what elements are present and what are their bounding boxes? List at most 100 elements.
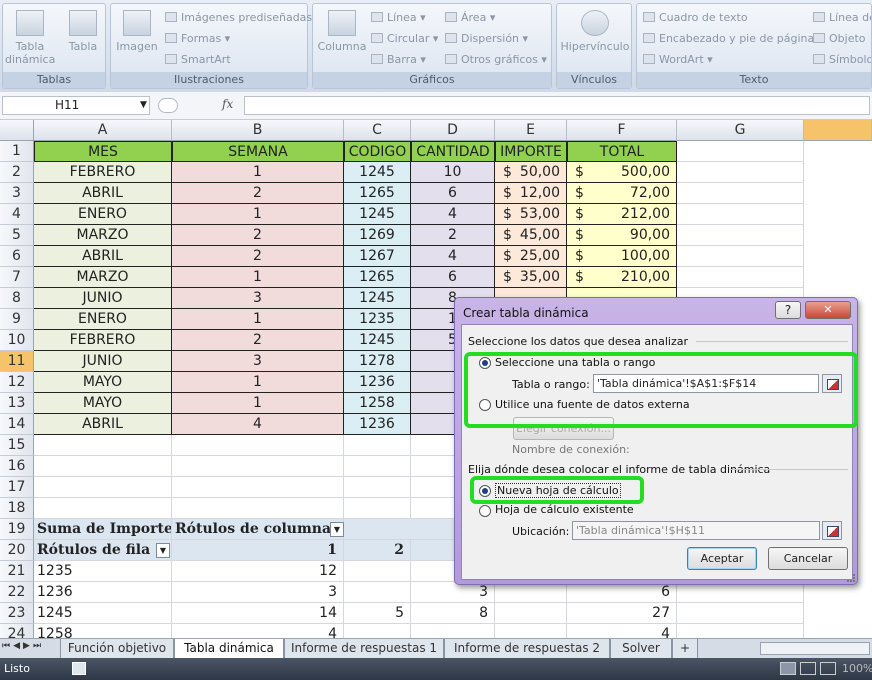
pivot-col-filter-icon[interactable]: ▼	[330, 522, 344, 537]
pivot-value[interactable]	[344, 624, 411, 638]
row-header[interactable]: 5	[0, 225, 34, 246]
view-pagebreak-icon[interactable]	[820, 662, 836, 675]
row-header[interactable]: 13	[0, 393, 34, 414]
line-chart-button[interactable]: Línea ▾	[371, 10, 426, 26]
grid-cell[interactable]	[344, 477, 411, 498]
table-cell[interactable]: MARZO	[34, 225, 172, 246]
pivot-table-button[interactable]: Tabla dinámica	[5, 10, 55, 66]
grid-cell[interactable]	[677, 183, 804, 204]
table-cell[interactable]: ENERO	[34, 204, 172, 225]
grid-cell[interactable]	[172, 477, 344, 498]
grid-cell[interactable]	[495, 603, 567, 624]
table-cell[interactable]: $50,00	[495, 162, 567, 183]
name-box-dropdown-icon[interactable]: ▼	[140, 100, 147, 110]
tab-informe-respuestas-1[interactable]: Informe de respuestas 1	[284, 639, 444, 658]
table-cell[interactable]: $12,00	[495, 183, 567, 204]
column-header[interactable]: E	[495, 120, 567, 141]
pivot-value[interactable]	[344, 561, 411, 582]
grid-cell[interactable]	[34, 435, 172, 456]
cancel-button[interactable]: Cancelar	[768, 547, 848, 570]
help-button[interactable]: ?	[775, 301, 801, 319]
grid-cell[interactable]	[677, 246, 804, 267]
table-cell[interactable]: 1265	[344, 267, 411, 288]
pivot-col-header[interactable]: 2	[344, 540, 411, 561]
row-header[interactable]: 21	[0, 561, 34, 582]
tab-nav-buttons[interactable]: ⏮◀▶⏭	[2, 641, 56, 651]
tab-funcion-objetivo[interactable]: Función objetivo	[60, 639, 174, 658]
table-cell[interactable]: ENERO	[34, 309, 172, 330]
header-footer-button[interactable]: Encabezado y pie de página	[643, 31, 814, 47]
pivot-col-header[interactable]: 1	[172, 540, 344, 561]
column-header[interactable]: D	[411, 120, 495, 141]
grid-cell[interactable]	[172, 498, 344, 519]
row-header[interactable]: 14	[0, 414, 34, 435]
table-cell[interactable]: 1	[172, 393, 344, 414]
object-button[interactable]: Objeto	[813, 31, 866, 47]
horizontal-scrollbar[interactable]	[760, 642, 870, 655]
row-header[interactable]: 17	[0, 477, 34, 498]
view-normal-icon[interactable]	[780, 662, 796, 675]
new-sheet-icon[interactable]: +	[672, 639, 698, 658]
column-chart-button[interactable]: Columna	[315, 10, 369, 53]
pivot-value[interactable]: 12	[172, 561, 344, 582]
column-h-header[interactable]	[804, 120, 872, 141]
table-cell[interactable]: 1235	[344, 309, 411, 330]
row-header[interactable]: 15	[0, 435, 34, 456]
table-cell[interactable]: $90,00	[567, 225, 677, 246]
table-cell[interactable]: $210,00	[567, 267, 677, 288]
table-cell[interactable]: JUNIO	[34, 288, 172, 309]
table-cell[interactable]: 2	[172, 246, 344, 267]
pivot-value[interactable]: 3	[172, 582, 344, 603]
ok-button[interactable]: Aceptar	[687, 547, 757, 570]
table-cell[interactable]: $500,00	[567, 162, 677, 183]
table-cell[interactable]: 1	[172, 309, 344, 330]
pivot-row-label[interactable]: 1258	[34, 624, 172, 638]
table-header-cell[interactable]: CODIGO	[344, 141, 411, 162]
table-cell[interactable]: FEBRERO	[34, 162, 172, 183]
table-cell[interactable]: 2	[172, 183, 344, 204]
row-header[interactable]: 22	[0, 582, 34, 603]
pivot-row-labels[interactable]: Rótulos de fila	[34, 540, 172, 561]
table-cell[interactable]: 4	[172, 414, 344, 435]
wordart-button[interactable]: WordArt ▾	[643, 52, 713, 68]
grid-cell[interactable]	[677, 225, 804, 246]
column-header[interactable]: G	[677, 120, 804, 141]
table-cell[interactable]: $72,00	[567, 183, 677, 204]
grid-cell[interactable]	[172, 456, 344, 477]
pivot-value[interactable]	[411, 624, 495, 638]
grid-cell[interactable]	[677, 267, 804, 288]
column-header[interactable]: A	[34, 120, 172, 141]
table-cell[interactable]: 1236	[344, 372, 411, 393]
grid-cell[interactable]	[344, 498, 411, 519]
grid-cell[interactable]	[677, 582, 804, 603]
row-header[interactable]: 9	[0, 309, 34, 330]
grid-cell[interactable]	[172, 435, 344, 456]
table-cell[interactable]: 1278	[344, 351, 411, 372]
image-button[interactable]: Imagen	[113, 10, 161, 53]
close-button[interactable]: ✕	[805, 301, 851, 319]
radio-existing-sheet[interactable]	[479, 505, 491, 517]
pivot-col-labels[interactable]: Rótulos de columna	[172, 519, 344, 540]
table-cell[interactable]: $53,00	[495, 204, 567, 225]
tab-informe-respuestas-2[interactable]: Informe de respuestas 2	[444, 639, 610, 658]
table-header-cell[interactable]: CANTIDAD	[411, 141, 495, 162]
pivot-value[interactable]: 5	[344, 603, 411, 624]
grid-cell[interactable]	[495, 582, 567, 603]
table-cell[interactable]: 1258	[344, 393, 411, 414]
view-layout-icon[interactable]	[800, 662, 816, 675]
table-header-cell[interactable]: TOTAL	[567, 141, 677, 162]
formula-input[interactable]	[244, 96, 870, 115]
tab-solver[interactable]: Solver	[610, 639, 672, 658]
clipart-button[interactable]: Imágenes prediseñadas	[165, 10, 312, 26]
pivot-value[interactable]: 14	[172, 603, 344, 624]
smartart-button[interactable]: SmartArt	[165, 52, 231, 68]
table-cell[interactable]: 6	[411, 267, 495, 288]
table-cell[interactable]: 1245	[344, 204, 411, 225]
table-cell[interactable]: 2	[172, 330, 344, 351]
scatter-chart-button[interactable]: Dispersión ▾	[445, 31, 528, 47]
row-header[interactable]: 8	[0, 288, 34, 309]
table-button[interactable]: Tabla	[61, 10, 105, 53]
textbox-button[interactable]: Cuadro de texto	[643, 10, 748, 26]
table-cell[interactable]: 3	[172, 351, 344, 372]
table-cell[interactable]: 2	[172, 225, 344, 246]
